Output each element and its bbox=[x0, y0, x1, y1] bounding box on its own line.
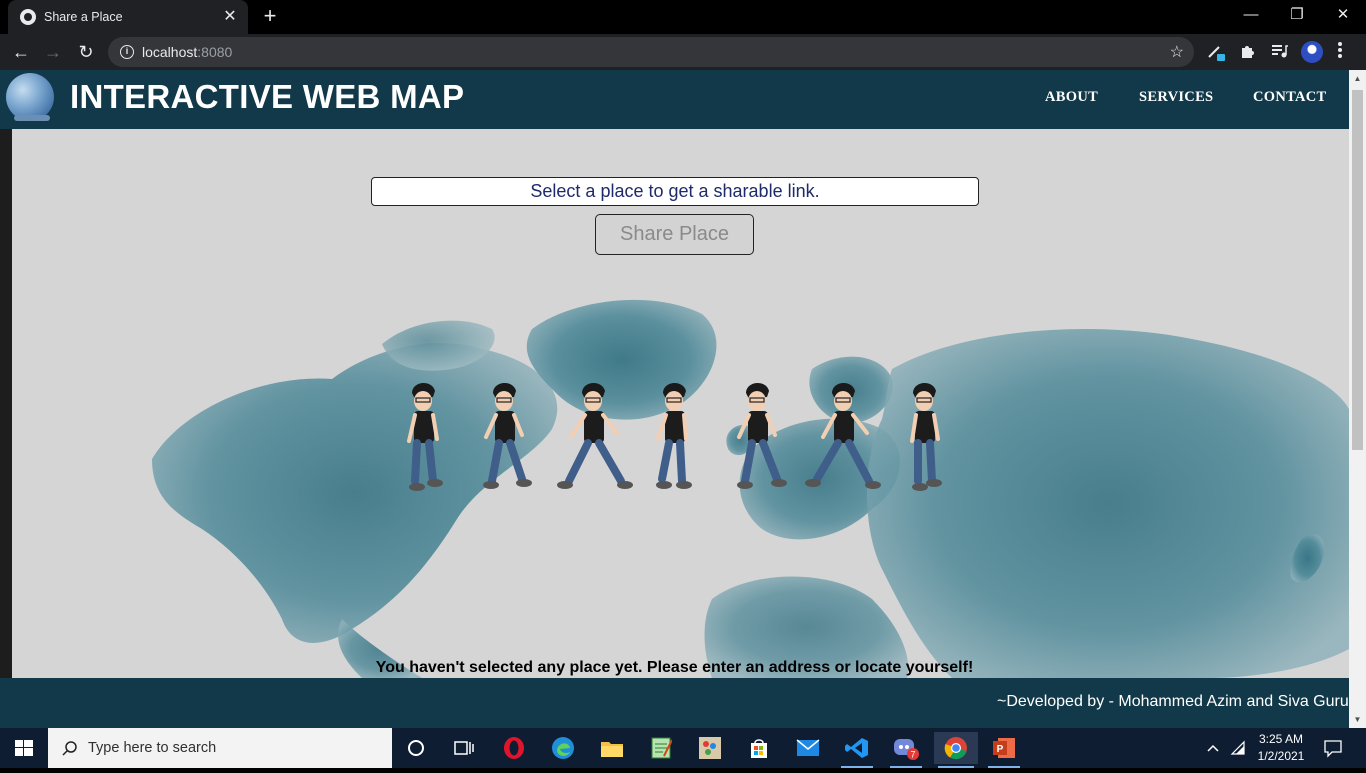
nav-services[interactable]: SERVICES bbox=[1139, 89, 1213, 106]
mail-icon[interactable] bbox=[788, 732, 828, 764]
map-area[interactable]: Select a place to get a sharable link. S… bbox=[12, 129, 1349, 678]
network-icon[interactable] bbox=[1228, 728, 1248, 768]
taskbar-clock[interactable]: 3:25 AM 1/2/2021 bbox=[1246, 731, 1316, 765]
clock-time: 3:25 AM bbox=[1258, 732, 1304, 746]
browser-tab-strip: Share a Place ✕ + — ❐ ✕ bbox=[0, 0, 1366, 34]
search-icon bbox=[62, 741, 77, 756]
task-view-icon[interactable] bbox=[444, 732, 484, 764]
globe-logo-icon bbox=[6, 73, 54, 121]
address-bar[interactable]: i localhost:8080 ☆ bbox=[108, 37, 1194, 67]
page-scrollbar[interactable]: ▲ ▼ bbox=[1349, 70, 1366, 728]
site-header: INTERACTIVE WEB MAP ABOUT SERVICES CONTA… bbox=[0, 70, 1349, 129]
browser-menu-icon[interactable] bbox=[1334, 40, 1346, 64]
bookmark-star-icon[interactable]: ☆ bbox=[1170, 42, 1184, 62]
url-port: :8080 bbox=[197, 44, 233, 60]
reload-icon[interactable]: ↻ bbox=[73, 39, 99, 65]
walking-character-frame-3 bbox=[557, 382, 633, 489]
windows-logo-icon bbox=[15, 740, 33, 756]
new-tab-button[interactable]: + bbox=[258, 5, 282, 29]
clock-date: 1/2/2021 bbox=[1257, 749, 1305, 763]
file-explorer-icon[interactable] bbox=[592, 732, 632, 764]
walking-character-frame-4 bbox=[656, 382, 692, 489]
extension-pen-icon[interactable] bbox=[1206, 42, 1226, 62]
profile-avatar[interactable] bbox=[1301, 41, 1323, 63]
site-info-icon[interactable]: i bbox=[120, 45, 134, 59]
tab-close-icon[interactable]: ✕ bbox=[222, 9, 238, 25]
walking-character-frame-1 bbox=[407, 382, 443, 491]
nav-about[interactable]: ABOUT bbox=[1045, 89, 1098, 106]
browser-tab[interactable]: Share a Place ✕ bbox=[8, 0, 248, 34]
scrollbar-thumb[interactable] bbox=[1352, 90, 1363, 450]
taskbar-search[interactable]: Type here to search bbox=[48, 728, 392, 768]
discord-icon[interactable]: 7 bbox=[886, 732, 926, 768]
minimize-button[interactable]: — bbox=[1228, 0, 1274, 30]
url-host: localhost bbox=[142, 44, 198, 60]
forward-arrow-icon[interactable]: → bbox=[40, 39, 66, 65]
walking-character-frame-5 bbox=[737, 382, 787, 489]
site-footer: ~Developed by - Mohammed Azim and Siva G… bbox=[0, 678, 1349, 728]
chrome-icon[interactable] bbox=[934, 732, 978, 768]
edge-icon[interactable] bbox=[543, 732, 583, 764]
back-arrow-icon[interactable]: ← bbox=[8, 39, 34, 65]
status-message: You haven't selected any place yet. Plea… bbox=[375, 659, 974, 676]
walking-character-frame-2 bbox=[483, 382, 532, 489]
site-title: INTERACTIVE WEB MAP bbox=[70, 78, 465, 115]
notepad-icon[interactable] bbox=[641, 732, 681, 764]
scroll-up-arrow-icon[interactable]: ▲ bbox=[1349, 70, 1366, 87]
discord-badge: 7 bbox=[910, 750, 915, 760]
media-queue-icon[interactable] bbox=[1269, 42, 1289, 62]
restore-button[interactable]: ❐ bbox=[1274, 0, 1320, 30]
powerpoint-icon[interactable]: P bbox=[984, 732, 1024, 768]
svg-text:P: P bbox=[997, 744, 1004, 755]
opera-icon[interactable] bbox=[494, 732, 534, 764]
scroll-down-arrow-icon[interactable]: ▼ bbox=[1349, 711, 1366, 728]
page-left-border bbox=[0, 129, 12, 678]
window-close-button[interactable]: ✕ bbox=[1320, 0, 1366, 30]
start-button[interactable] bbox=[0, 728, 48, 768]
windows-taskbar: Type here to search 7 P 3:25 AM 1/2/2021 bbox=[0, 728, 1366, 768]
tab-title: Share a Place bbox=[44, 10, 123, 24]
page-viewport: INTERACTIVE WEB MAP ABOUT SERVICES CONTA… bbox=[0, 70, 1349, 728]
walking-animation bbox=[407, 382, 942, 491]
tray-chevron-icon[interactable] bbox=[1204, 728, 1222, 768]
microsoft-store-icon[interactable] bbox=[739, 732, 779, 764]
notifications-icon[interactable] bbox=[1322, 728, 1344, 768]
walking-character-frame-7 bbox=[910, 382, 942, 491]
browser-toolbar: ← → ↻ i localhost:8080 ☆ bbox=[0, 34, 1366, 70]
globe-favicon-icon bbox=[20, 9, 36, 25]
vscode-icon[interactable] bbox=[837, 732, 877, 768]
search-placeholder: Type here to search bbox=[88, 740, 217, 756]
paint-icon[interactable] bbox=[690, 732, 730, 764]
cortana-icon[interactable] bbox=[396, 732, 436, 764]
footer-credits: ~Developed by - Mohammed Azim and Siva G… bbox=[997, 693, 1349, 710]
walking-character-frame-6 bbox=[805, 382, 881, 489]
nav-contact[interactable]: CONTACT bbox=[1253, 89, 1327, 106]
extensions-puzzle-icon[interactable] bbox=[1238, 42, 1258, 62]
